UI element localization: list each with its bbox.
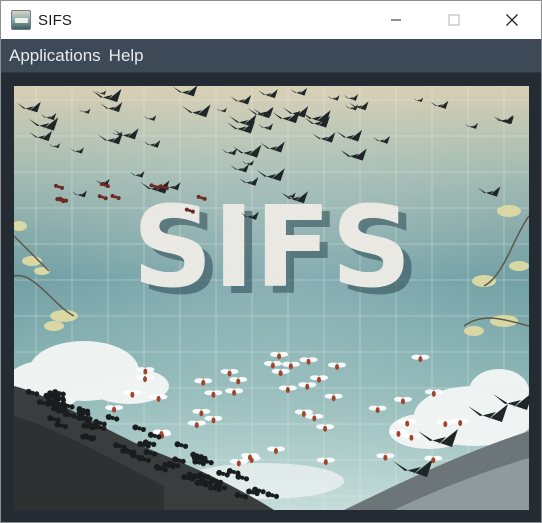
title-bar[interactable]: SIFS — [1, 1, 541, 39]
sifs-app-icon — [11, 10, 31, 30]
app-window: SIFS Applications Help SIFS SIFS SIFS — [0, 0, 542, 523]
svg-text:SIFS: SIFS — [132, 183, 412, 313]
close-button[interactable] — [483, 1, 541, 39]
maximize-icon — [448, 14, 460, 26]
main-content: SIFS SIFS SIFS — [1, 73, 541, 522]
minimize-button[interactable] — [367, 1, 425, 39]
menu-bar: Applications Help — [1, 39, 541, 73]
minimize-icon — [391, 19, 401, 21]
window-title: SIFS — [38, 11, 73, 29]
menu-applications[interactable]: Applications — [1, 39, 109, 73]
close-icon — [506, 14, 518, 26]
menu-help[interactable]: Help — [109, 39, 152, 73]
splash-illustration: SIFS SIFS SIFS — [14, 86, 529, 510]
splash-image: SIFS SIFS SIFS — [14, 86, 529, 510]
maximize-button[interactable] — [425, 1, 483, 39]
window-controls — [367, 1, 541, 39]
sifs-logo: SIFS SIFS SIFS — [132, 183, 420, 320]
